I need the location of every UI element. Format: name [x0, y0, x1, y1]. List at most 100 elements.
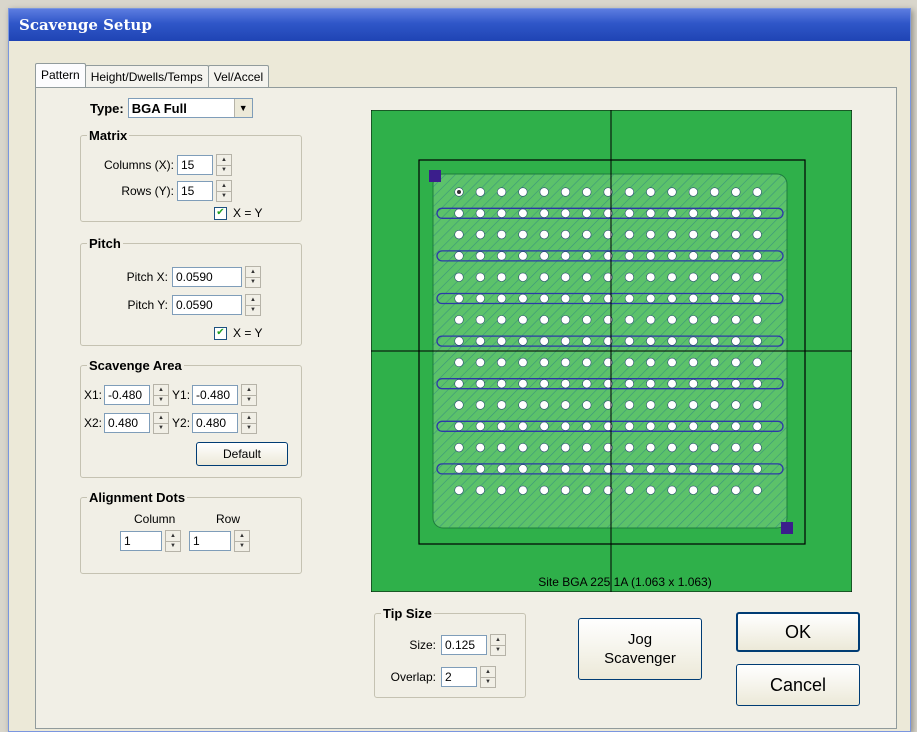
bga-ball — [667, 485, 677, 495]
rows-spin-buttons[interactable]: ▲ ▼ — [216, 180, 232, 202]
spin-up-icon[interactable]: ▲ — [235, 531, 249, 541]
spin-down-icon[interactable]: ▼ — [166, 540, 180, 552]
pitch-x-stepper: 0.0590 ▲ ▼ — [172, 266, 261, 288]
panel-inner: Type: BGA Full ▼ Matrix Columns (X): 15 — [36, 88, 896, 728]
alignment-row-label: Row — [216, 512, 241, 526]
bga-ball — [454, 229, 464, 240]
y2-spin-buttons[interactable]: ▲ ▼ — [241, 412, 258, 434]
spin-up-icon[interactable]: ▲ — [217, 155, 231, 165]
bga-ball — [497, 485, 507, 495]
spin-up-icon[interactable]: ▲ — [242, 413, 256, 423]
bga-ball — [497, 400, 507, 410]
x2-input[interactable]: 0.480 — [104, 413, 151, 433]
columns-spin-buttons[interactable]: ▲ ▼ — [216, 154, 232, 176]
bga-ball — [560, 443, 571, 453]
spin-up-icon[interactable]: ▲ — [154, 413, 168, 423]
bga-ball — [731, 336, 741, 346]
bga-ball — [560, 421, 571, 431]
title-bar[interactable]: Scavenge Setup — [9, 9, 910, 41]
x1-spin-buttons[interactable]: ▲ ▼ — [153, 384, 170, 406]
bga-ball — [518, 400, 528, 410]
spin-up-icon[interactable]: ▲ — [246, 295, 260, 305]
pitch-x-label: Pitch X: — [126, 270, 168, 284]
tip-overlap-spin-buttons[interactable]: ▲ ▼ — [480, 666, 496, 688]
spin-down-icon[interactable]: ▼ — [246, 276, 260, 288]
spin-down-icon[interactable]: ▼ — [235, 540, 249, 552]
spin-down-icon[interactable]: ▼ — [154, 422, 169, 434]
bga-ball — [539, 357, 549, 367]
spin-up-icon[interactable]: ▲ — [166, 531, 180, 541]
bga-ball — [475, 464, 485, 474]
bga-ball — [667, 464, 677, 474]
tip-overlap-input[interactable]: 2 — [441, 667, 477, 687]
tip-size-input[interactable]: 0.125 — [441, 635, 487, 655]
bga-ball — [624, 208, 634, 218]
alignment-column-spin-buttons[interactable]: ▲ ▼ — [165, 530, 181, 552]
spin-up-icon[interactable]: ▲ — [242, 385, 256, 395]
bga-ball — [539, 379, 549, 389]
jog-scavenger-button[interactable]: Jog Scavenger — [578, 618, 702, 680]
y1-label: Y1: — [172, 388, 191, 402]
spin-down-icon[interactable]: ▼ — [242, 394, 257, 406]
tab-pattern[interactable]: Pattern — [35, 63, 86, 87]
chevron-down-icon[interactable]: ▼ — [233, 99, 252, 117]
bga-ball — [475, 485, 485, 495]
spin-up-icon[interactable]: ▲ — [154, 385, 168, 395]
first-ball-marker — [457, 190, 461, 194]
bga-ball — [667, 421, 677, 431]
tab-vel-label: Vel/Accel — [213, 70, 264, 84]
bga-ball — [518, 293, 528, 304]
bga-ball — [539, 485, 549, 495]
matrix-xy-checkbox[interactable]: ✔ — [214, 206, 227, 220]
bga-ball — [560, 485, 571, 495]
bga-ball — [752, 379, 762, 389]
bga-ball — [560, 251, 571, 261]
alignment-column-input[interactable]: 1 — [120, 531, 162, 551]
alignment-inputs-row: 1 ▲ ▼ 1 ▲ ▼ — [120, 530, 250, 552]
spin-up-icon[interactable]: ▲ — [491, 635, 505, 645]
bga-ball — [560, 272, 571, 282]
ok-button[interactable]: OK — [736, 612, 860, 652]
tab-height-dwells-temps[interactable]: Height/Dwells/Temps — [84, 65, 209, 89]
pitch-group: Pitch — [80, 236, 302, 346]
y1-input[interactable]: -0.480 — [192, 385, 239, 405]
type-select[interactable]: BGA Full ▼ — [127, 98, 253, 118]
rows-input[interactable]: 15 — [177, 181, 213, 201]
pitch-xy-checkbox[interactable]: ✔ — [214, 326, 227, 340]
pitch-y-input[interactable]: 0.0590 — [172, 295, 242, 315]
bga-ball — [646, 272, 656, 282]
cancel-button[interactable]: Cancel — [736, 664, 860, 706]
alignment-row-spin-buttons[interactable]: ▲ ▼ — [234, 530, 250, 552]
alignment-row-stepper: 1 ▲ ▼ — [189, 530, 250, 552]
spin-down-icon[interactable]: ▼ — [217, 190, 231, 202]
alignment-row-input[interactable]: 1 — [189, 531, 231, 551]
spin-up-icon[interactable]: ▲ — [481, 667, 495, 677]
bga-ball — [688, 315, 698, 325]
default-button[interactable]: Default — [196, 442, 288, 466]
columns-input[interactable]: 15 — [177, 155, 213, 175]
spin-down-icon[interactable]: ▼ — [246, 304, 260, 316]
pitch-x-input[interactable]: 0.0590 — [172, 267, 242, 287]
tab-vel-accel[interactable]: Vel/Accel — [207, 65, 270, 89]
x1-input[interactable]: -0.480 — [104, 385, 151, 405]
spin-down-icon[interactable]: ▼ — [154, 394, 169, 406]
y2-input[interactable]: 0.480 — [192, 413, 239, 433]
bga-ball — [497, 336, 507, 346]
spin-down-icon[interactable]: ▼ — [217, 164, 231, 176]
bga-ball — [497, 421, 507, 431]
tip-size-spin-buttons[interactable]: ▲ ▼ — [490, 634, 506, 656]
spin-down-icon[interactable]: ▼ — [491, 644, 505, 656]
matrix-xy-row: ✔ X = Y — [214, 206, 262, 220]
bga-ball — [646, 485, 656, 495]
bga-ball — [710, 400, 720, 410]
x2-spin-buttons[interactable]: ▲ ▼ — [153, 412, 170, 434]
spin-down-icon[interactable]: ▼ — [242, 422, 257, 434]
spin-down-icon[interactable]: ▼ — [481, 676, 495, 688]
spin-up-icon[interactable]: ▲ — [217, 181, 231, 191]
alignment-marker-top-left — [429, 170, 441, 182]
bga-ball — [582, 208, 592, 218]
y1-spin-buttons[interactable]: ▲ ▼ — [241, 384, 258, 406]
pitch-y-spin-buttons[interactable]: ▲ ▼ — [245, 294, 261, 316]
pitch-x-spin-buttons[interactable]: ▲ ▼ — [245, 266, 261, 288]
spin-up-icon[interactable]: ▲ — [246, 267, 260, 277]
